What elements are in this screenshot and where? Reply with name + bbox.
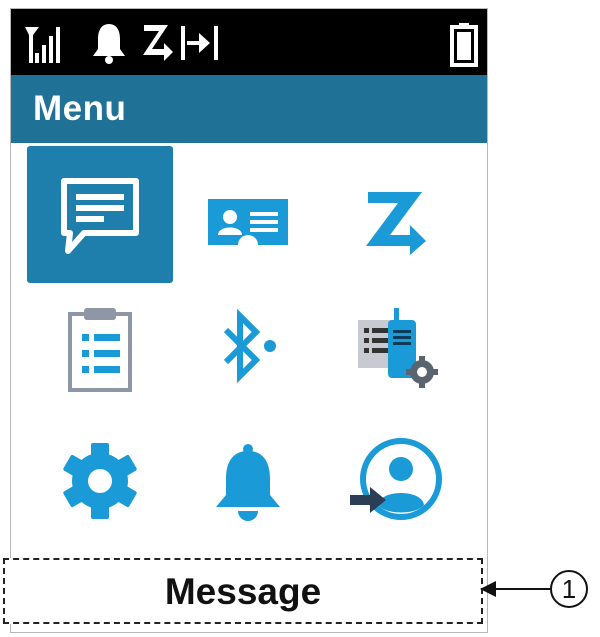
menu-item-radio-settings[interactable] [323, 279, 469, 416]
battery-icon [450, 23, 478, 67]
menu-icon-grid [11, 143, 487, 553]
menu-item-scan[interactable] [323, 146, 469, 283]
status-bar [11, 9, 487, 75]
user-login-icon [350, 437, 442, 520]
menu-item-contacts[interactable] [175, 146, 321, 283]
menu-item-settings[interactable] [27, 412, 173, 549]
contacts-icon [208, 198, 288, 245]
page-title: Menu [33, 89, 127, 128]
scan-icon [143, 25, 173, 61]
radio-display: Menu [10, 8, 488, 633]
bell-icon [216, 443, 280, 521]
menu-item-user-login[interactable] [323, 412, 469, 549]
menu-header: Menu [11, 75, 487, 143]
gear-icon [63, 442, 137, 519]
clipboard-list-icon [68, 307, 132, 392]
menu-item-clipboard[interactable] [27, 279, 173, 416]
selected-item-label: Message [164, 570, 322, 612]
callout-arrow [480, 581, 550, 597]
talkaround-icon [181, 26, 218, 60]
menu-item-notifications[interactable] [175, 412, 321, 549]
selected-item-label-box: Message [3, 558, 483, 624]
radio-settings-icon [358, 307, 438, 388]
message-icon [61, 177, 139, 254]
scan-icon [366, 191, 426, 255]
menu-item-bluetooth[interactable] [175, 279, 321, 416]
menu-item-message[interactable] [27, 146, 173, 283]
bluetooth-icon [223, 308, 276, 383]
callout-number: 1 [550, 570, 588, 608]
signal-strength-icon [25, 27, 60, 63]
bell-icon [93, 24, 125, 64]
